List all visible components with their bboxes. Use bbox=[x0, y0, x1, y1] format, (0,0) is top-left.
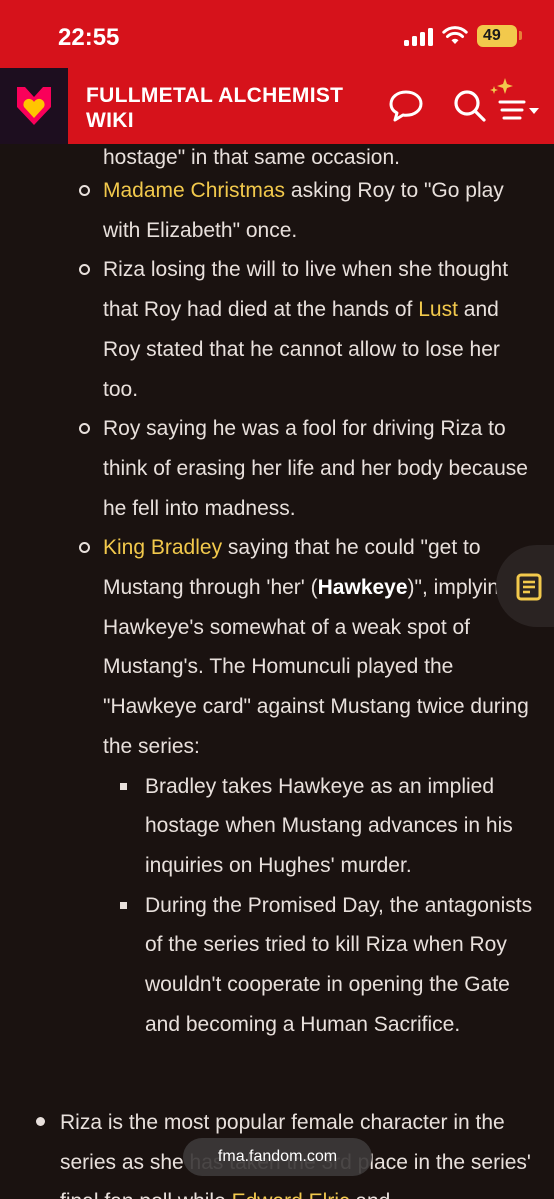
nested-list: Bradley takes Hawkeye as an implied host… bbox=[120, 767, 538, 1045]
circle-bullet-icon bbox=[79, 185, 90, 196]
link-king-bradley[interactable]: King Bradley bbox=[103, 536, 222, 559]
status-bar: 22:55 49 bbox=[0, 0, 554, 68]
search-icon[interactable] bbox=[452, 88, 488, 124]
wiki-title[interactable]: FULLMETAL ALCHEMIST WIKI bbox=[86, 83, 386, 133]
square-bullet-icon bbox=[120, 782, 127, 790]
battery-indicator: 49 bbox=[477, 25, 517, 47]
fandom-logo[interactable] bbox=[0, 68, 68, 144]
square-bullet-icon bbox=[120, 901, 127, 909]
list-item-text: and bbox=[349, 1190, 390, 1199]
nested-list-item-text: Bradley takes Hawkeye as an implied host… bbox=[145, 774, 513, 877]
article-content: hostage" in that same occasion. Madame C… bbox=[0, 144, 554, 1199]
link-madame-christmas[interactable]: Madame Christmas bbox=[103, 179, 285, 202]
link-lust[interactable]: Lust bbox=[418, 298, 458, 321]
nested-list-item-text: During the Promised Day, the antagonists… bbox=[145, 893, 533, 1036]
status-time: 22:55 bbox=[58, 24, 120, 51]
battery-tip bbox=[519, 31, 522, 40]
list-item: Roy saying he was a fool for driving Riz… bbox=[79, 409, 538, 528]
wiki-header: FULLMETAL ALCHEMIST WIKI bbox=[0, 68, 554, 144]
sparkle-menu-icon[interactable] bbox=[488, 78, 548, 128]
fandom-heart-icon bbox=[17, 87, 51, 125]
list-item: King Bradley saying that he could "get t… bbox=[79, 528, 538, 1045]
circle-bullet-icon bbox=[79, 542, 90, 554]
wifi-icon bbox=[442, 26, 468, 44]
list-item: Riza losing the will to live when she th… bbox=[79, 250, 538, 409]
dot-bullet-icon bbox=[36, 1117, 45, 1126]
list-item-text: )", implying Hawkeye's somewhat of a wea… bbox=[103, 576, 529, 758]
nested-list-item: During the Promised Day, the antagonists… bbox=[120, 886, 538, 1045]
link-edward-elric[interactable]: Edward Elric bbox=[232, 1190, 350, 1199]
list-item: Madame Christmas asking Roy to "Go play … bbox=[79, 171, 538, 250]
nested-list-item: Bradley takes Hawkeye as an implied host… bbox=[120, 767, 538, 886]
list-item-text: Roy saying he was a fool for driving Riz… bbox=[103, 417, 528, 520]
chat-bubble-icon[interactable] bbox=[388, 88, 424, 124]
bold-hawkeye: Hawkeye bbox=[317, 576, 408, 600]
circle-bullet-icon bbox=[79, 423, 90, 435]
url-pill[interactable]: fma.fandom.com bbox=[183, 1138, 372, 1176]
table-of-contents-icon bbox=[516, 573, 542, 601]
cellular-signal-icon bbox=[404, 28, 433, 46]
circle-bullet-icon bbox=[79, 264, 90, 276]
trivia-sublist: Madame Christmas asking Roy to "Go play … bbox=[79, 171, 538, 1045]
